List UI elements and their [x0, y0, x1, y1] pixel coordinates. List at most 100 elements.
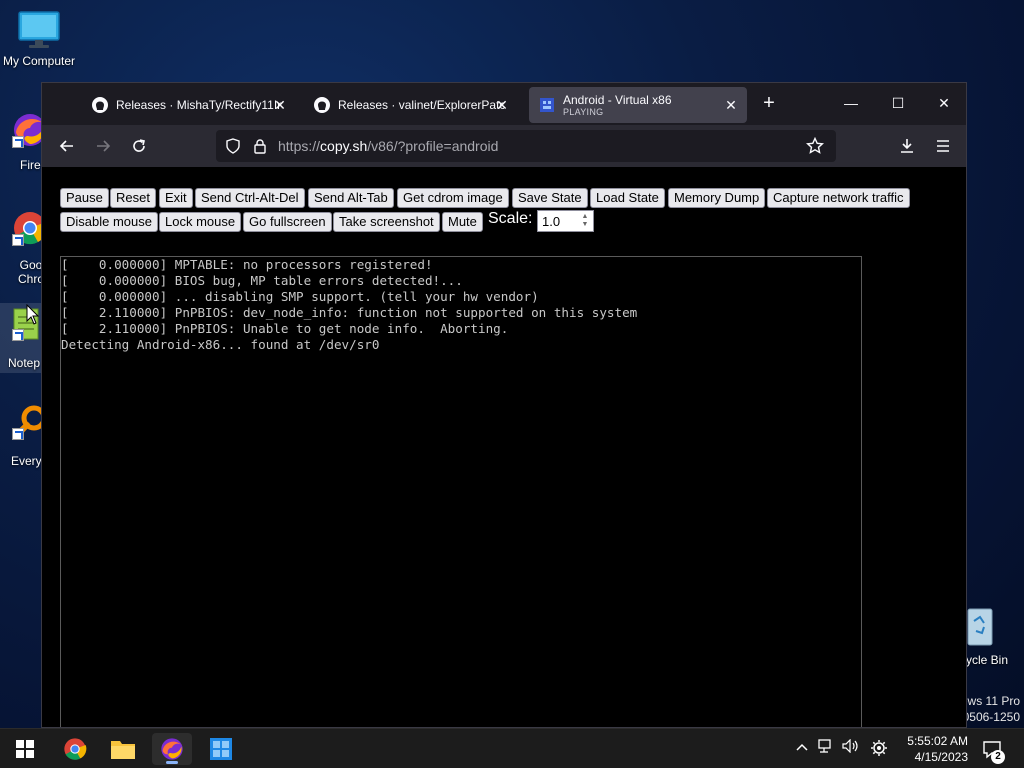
- send-alt-tab-button[interactable]: Send Alt-Tab: [308, 188, 394, 208]
- taskbar: 5:55:02 AM 4/15/2023 2: [0, 728, 1024, 768]
- console-line: [ 2.110000] PnPBIOS: dev_node_info: func…: [61, 305, 638, 320]
- monitor-icon: [17, 10, 61, 50]
- reload-button[interactable]: [126, 134, 152, 158]
- desktop-icon-recycle-bin[interactable]: ycle Bin: [958, 603, 1024, 667]
- running-indicator: [166, 761, 178, 764]
- shield-icon[interactable]: [225, 138, 241, 154]
- console-line: Detecting Android-x86... found at /dev/s…: [61, 337, 380, 352]
- recycle-bin-icon: [964, 603, 994, 647]
- forward-button[interactable]: [90, 134, 116, 158]
- tab-title: Releases · valinet/ExplorerPatch: [338, 98, 504, 112]
- url-text[interactable]: https://copy.sh/v86/?profile=android: [278, 138, 498, 154]
- browser-window: Releases · MishaTy/Rectify11Ins ✕ Releas…: [41, 82, 967, 728]
- shortcut-arrow-icon: [12, 136, 24, 148]
- desktop-icon-label: Everyt: [11, 454, 46, 468]
- arrow-left-icon: [59, 140, 73, 152]
- console-output: [ 0.000000] MPTABLE: no processors regis…: [61, 257, 637, 353]
- reset-button[interactable]: Reset: [110, 188, 156, 208]
- clock-date: 4/15/2023: [914, 750, 968, 764]
- url-host: copy.sh: [320, 138, 368, 154]
- capture-network-traffic-button[interactable]: Capture network traffic: [767, 188, 910, 208]
- shortcut-arrow-icon: [12, 428, 24, 440]
- start-button[interactable]: [5, 733, 45, 765]
- close-tab-icon[interactable]: ✕: [494, 97, 510, 113]
- watermark-line-2: 0506-1250: [962, 710, 1020, 724]
- windows-watermark: ows 11 Pro 0506-1250: [961, 694, 1020, 724]
- send-ctrl-alt-del-button[interactable]: Send Ctrl-Alt-Del: [195, 188, 305, 208]
- chrome-icon: [64, 738, 87, 760]
- tab-text: Android - Virtual x86 PLAYING: [563, 93, 672, 117]
- url-bar[interactable]: https://copy.sh/v86/?profile=android: [216, 130, 836, 162]
- maximize-button[interactable]: ☐: [883, 91, 913, 115]
- scale-value: 1.0: [542, 214, 561, 229]
- hamburger-menu-icon: [937, 140, 949, 152]
- notification-badge: 2: [991, 750, 1005, 764]
- desktop-icon-my-computer[interactable]: My Computer: [0, 10, 78, 68]
- lock-mouse-button[interactable]: Lock mouse: [159, 212, 242, 232]
- shortcut-arrow-icon: [12, 234, 24, 246]
- taskbar-app[interactable]: [201, 733, 241, 765]
- tab-rectify11[interactable]: Releases · MishaTy/Rectify11Ins ✕: [82, 89, 296, 121]
- menu-button[interactable]: [930, 134, 956, 158]
- console-line: [ 0.000000] ... disabling SMP support. (…: [61, 289, 539, 304]
- downloads-button[interactable]: [894, 134, 920, 158]
- firefox-icon: [161, 738, 183, 760]
- memory-dump-button[interactable]: Memory Dump: [668, 188, 766, 208]
- navigation-toolbar: https://copy.sh/v86/?profile=android: [42, 125, 966, 167]
- exit-button[interactable]: Exit: [159, 188, 193, 208]
- system-clock[interactable]: 5:55:02 AM 4/15/2023: [898, 733, 968, 765]
- shortcut-arrow-icon: [12, 329, 24, 341]
- get-cdrom-image-button[interactable]: Get cdrom image: [397, 188, 509, 208]
- tab-title: Android - Virtual x86: [563, 93, 672, 107]
- emulator-screen[interactable]: [ 0.000000] MPTABLE: no processors regis…: [60, 256, 862, 727]
- clock-time: 5:55:02 AM: [907, 734, 968, 748]
- tab-title: Releases · MishaTy/Rectify11Ins: [116, 98, 282, 112]
- desktop-icon-label: Notep: [8, 356, 41, 370]
- reload-icon: [133, 139, 145, 152]
- pause-button[interactable]: Pause: [60, 188, 109, 208]
- mute-button[interactable]: Mute: [442, 212, 483, 232]
- bookmark-star-icon[interactable]: [806, 137, 824, 155]
- network-icon[interactable]: [816, 739, 836, 756]
- taskbar-firefox[interactable]: [152, 733, 192, 765]
- url-path: /v86/?profile=android: [367, 138, 499, 154]
- url-scheme: https://: [278, 138, 321, 154]
- folder-icon: [111, 741, 135, 759]
- taskbar-chrome[interactable]: [55, 733, 95, 765]
- load-state-button[interactable]: Load State: [590, 188, 665, 208]
- tab-playing-status: PLAYING: [563, 107, 604, 117]
- arrow-right-icon: [97, 140, 111, 152]
- take-screenshot-button[interactable]: Take screenshot: [333, 212, 440, 232]
- github-icon: [92, 97, 108, 113]
- close-tab-icon[interactable]: ✕: [723, 97, 739, 113]
- scale-input[interactable]: 1.0 ▲ ▼: [537, 210, 594, 232]
- spinner-arrows-icon[interactable]: ▲ ▼: [580, 213, 590, 229]
- app-grid-icon: [210, 738, 232, 760]
- console-line: [ 0.000000] BIOS bug, MP table errors de…: [61, 273, 463, 288]
- desktop-icon-label: ycle Bin: [966, 653, 1009, 667]
- v86-favicon-icon: [540, 98, 554, 112]
- new-tab-button[interactable]: +: [754, 91, 784, 115]
- watermark-line-1: ows 11 Pro: [960, 694, 1020, 708]
- github-icon: [314, 97, 330, 113]
- console-line: [ 0.000000] MPTABLE: no processors regis…: [61, 257, 433, 272]
- console-line: [ 2.110000] PnPBIOS: Unable to get node …: [61, 321, 509, 336]
- disable-mouse-button[interactable]: Disable mouse: [60, 212, 158, 232]
- close-tab-icon[interactable]: ✕: [272, 97, 288, 113]
- taskbar-file-explorer[interactable]: [103, 733, 143, 765]
- back-button[interactable]: [54, 134, 80, 158]
- windows-logo-icon: [16, 740, 34, 758]
- go-fullscreen-button[interactable]: Go fullscreen: [243, 212, 332, 232]
- tab-explorerpatcher[interactable]: Releases · valinet/ExplorerPatch ✕: [304, 89, 518, 121]
- save-state-button[interactable]: Save State: [512, 188, 588, 208]
- tab-android-virtual-x86[interactable]: Android - Virtual x86 PLAYING ✕: [529, 87, 747, 123]
- scale-label: Scale:: [488, 210, 533, 227]
- volume-icon[interactable]: [841, 738, 861, 756]
- lock-icon[interactable]: [252, 138, 268, 154]
- mouse-cursor-icon: [26, 304, 40, 325]
- close-window-button[interactable]: ✕: [929, 91, 959, 115]
- minimize-button[interactable]: —: [836, 91, 866, 115]
- chevron-up-icon[interactable]: [792, 739, 812, 755]
- tab-strip: Releases · MishaTy/Rectify11Ins ✕ Releas…: [42, 83, 966, 125]
- gear-icon[interactable]: [869, 739, 889, 760]
